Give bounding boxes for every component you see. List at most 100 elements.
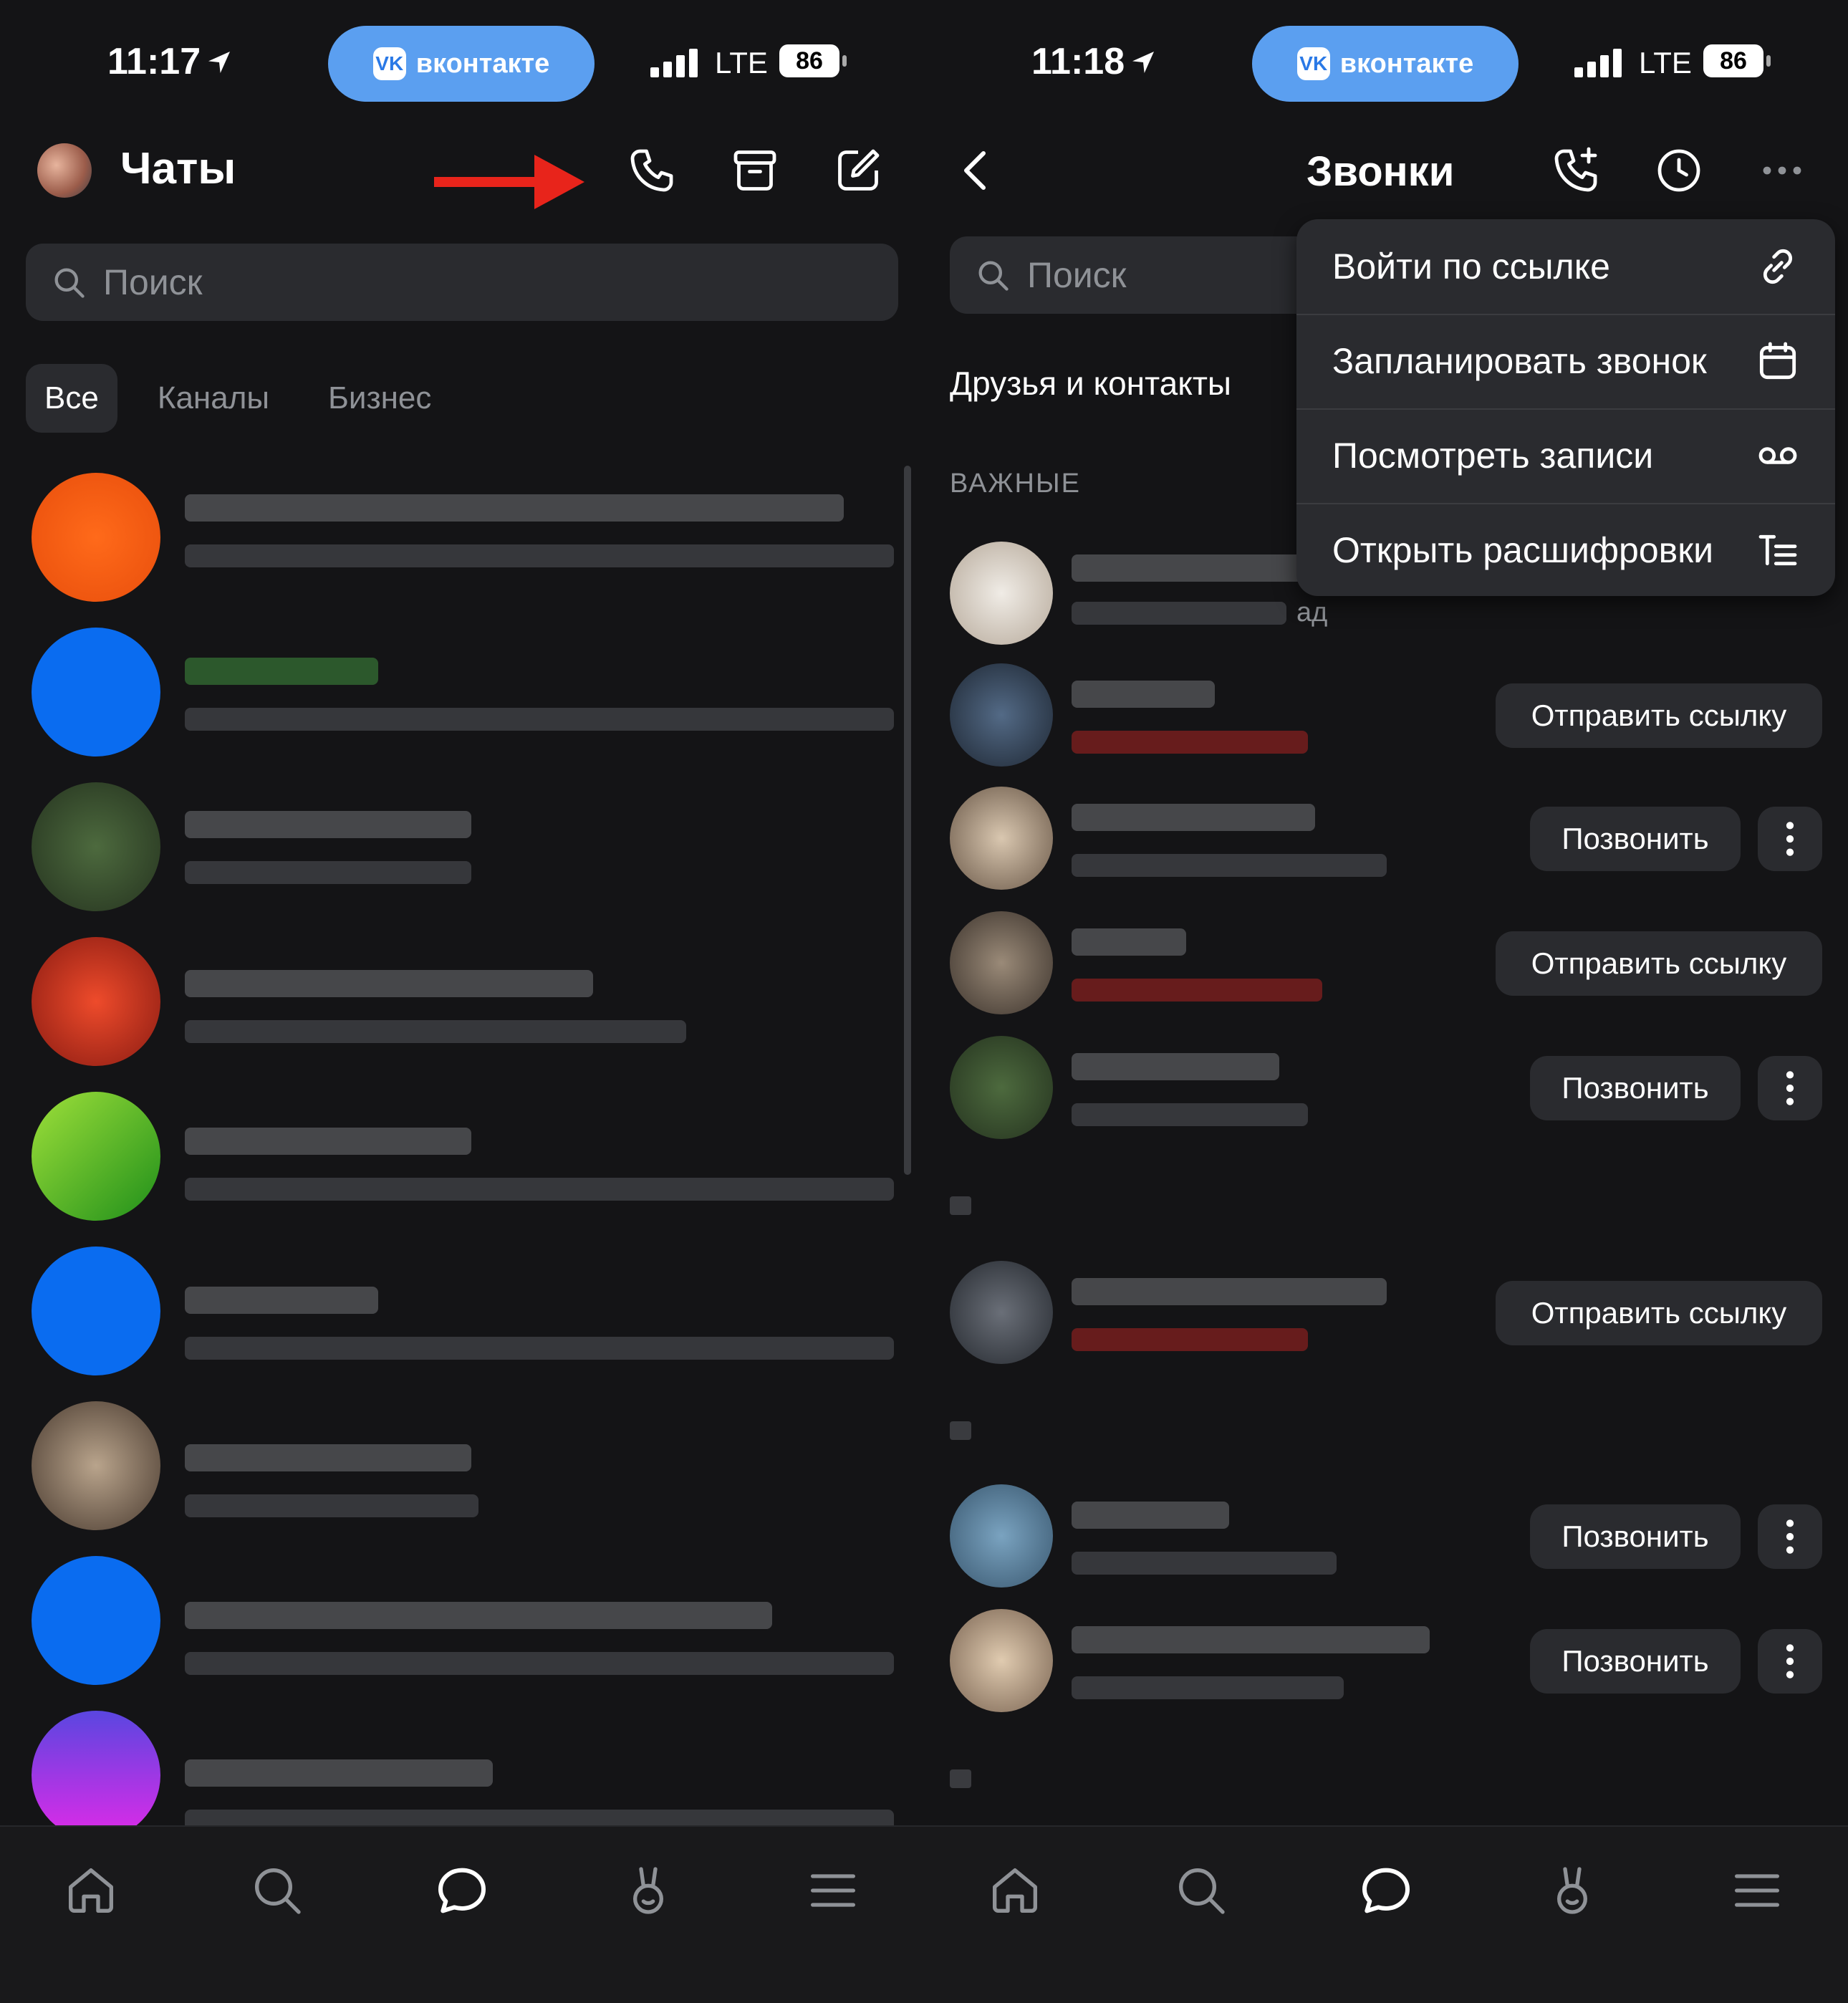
call-button[interactable]: Позвонить	[1530, 1629, 1741, 1694]
vertical-dots-icon	[1786, 1644, 1794, 1678]
archive-button[interactable]	[726, 142, 784, 199]
menu-item-view-recordings[interactable]: Посмотреть записи	[1296, 408, 1835, 503]
nav-messages[interactable]	[1354, 1858, 1418, 1923]
back-button[interactable]	[948, 142, 1006, 199]
link-icon	[1763, 249, 1793, 284]
tab-channels[interactable]: Каналы	[139, 364, 288, 433]
menu-icon	[811, 1874, 855, 1907]
location-arrow-icon	[208, 52, 231, 73]
blurred-contact-name	[1072, 1278, 1387, 1305]
contact-more-button[interactable]	[1758, 1504, 1822, 1569]
call-button[interactable]: Позвонить	[1530, 1056, 1741, 1120]
contact-row[interactable]: Позвонить	[924, 1605, 1848, 1719]
chat-avatar	[32, 937, 160, 1066]
contact-row[interactable]: Отправить ссылку	[924, 1257, 1848, 1371]
contact-more-button[interactable]	[1758, 807, 1822, 871]
chat-bubble-icon	[1362, 1868, 1410, 1913]
contact-row[interactable]: Позвонить	[924, 782, 1848, 897]
location-arrow-icon	[1132, 52, 1155, 73]
vertical-dots-icon	[1786, 1519, 1794, 1554]
tab-all[interactable]: Все	[26, 364, 117, 433]
chat-row[interactable]	[0, 1401, 924, 1556]
blurred-chat-name	[185, 1287, 378, 1314]
nav-search[interactable]	[1169, 1858, 1233, 1923]
signal-icon	[1574, 49, 1622, 77]
nav-menu[interactable]	[1725, 1858, 1789, 1923]
blurred-chat-preview	[185, 1652, 894, 1675]
send-link-button[interactable]: Отправить ссылку	[1496, 1281, 1822, 1345]
calls-screen: 11:18 VK вконтакте LTE 86 Звонки Поиск Др…	[924, 0, 1848, 2003]
phone-icon	[630, 149, 673, 192]
menu-item-open-transcripts[interactable]: Открыть расшифровки	[1296, 503, 1835, 596]
blurred-contact-name	[1072, 1502, 1229, 1529]
clips-icon	[1557, 1867, 1587, 1914]
nav-clips[interactable]	[616, 1858, 680, 1923]
page-title: Звонки	[1306, 148, 1455, 195]
nav-menu[interactable]	[801, 1858, 865, 1923]
chat-row[interactable]	[0, 937, 924, 1092]
compose-button[interactable]	[829, 142, 887, 199]
send-link-button[interactable]: Отправить ссылку	[1496, 931, 1822, 996]
chat-filter-tabs: Все Каналы Бизнес	[26, 364, 450, 433]
vertical-dots-icon	[1786, 822, 1794, 856]
chat-avatar	[32, 1711, 160, 1840]
call-button[interactable]: Позвонить	[1530, 1504, 1741, 1569]
network-type: LTE	[715, 46, 768, 80]
chat-row[interactable]	[0, 473, 924, 628]
nav-home[interactable]	[59, 1858, 123, 1923]
chat-avatar	[32, 1556, 160, 1685]
chat-row[interactable]	[0, 1247, 924, 1401]
transcript-icon	[1758, 534, 1797, 566]
nav-search[interactable]	[245, 1858, 309, 1923]
ellipsis-icon	[1763, 166, 1801, 175]
blurred-chat-name	[185, 1602, 772, 1629]
nav-clips[interactable]	[1540, 1858, 1604, 1923]
contact-row[interactable]: Позвонить	[924, 1480, 1848, 1595]
contact-row[interactable]: Позвонить	[924, 1032, 1848, 1146]
nav-home[interactable]	[983, 1858, 1047, 1923]
new-call-button[interactable]	[1547, 142, 1604, 199]
chats-header: Чаты	[0, 129, 924, 215]
blurred-contact-status	[1072, 1328, 1308, 1351]
nav-messages[interactable]	[430, 1858, 494, 1923]
call-history-button[interactable]	[1650, 142, 1708, 199]
contact-avatar	[950, 787, 1053, 890]
recordings-icon	[1758, 447, 1797, 464]
menu-icon	[1735, 1874, 1779, 1907]
contact-more-button[interactable]	[1758, 1629, 1822, 1694]
calls-button[interactable]	[623, 142, 680, 199]
blurred-contact-status	[1072, 1103, 1308, 1126]
contact-row[interactable]: Отправить ссылку	[924, 659, 1848, 774]
search-bar[interactable]: Поиск	[26, 244, 898, 321]
vk-logo-icon: VK	[372, 47, 406, 80]
chat-row[interactable]	[0, 1092, 924, 1247]
chat-row[interactable]	[0, 782, 924, 937]
vk-pill[interactable]: VK вконтакте	[328, 26, 595, 102]
profile-avatar[interactable]	[37, 143, 92, 198]
menu-item-schedule-call[interactable]: Запланировать звонок	[1296, 314, 1835, 408]
chat-row[interactable]	[0, 628, 924, 782]
search-icon	[54, 268, 85, 298]
blurred-chat-name	[185, 1759, 493, 1787]
contact-avatar	[950, 1609, 1053, 1712]
blurred-chat-name	[185, 1444, 471, 1471]
contact-row[interactable]: Отправить ссылку	[924, 907, 1848, 1022]
signal-icon	[650, 49, 698, 77]
call-button[interactable]: Позвонить	[1530, 807, 1741, 871]
menu-item-join-by-link[interactable]: Войти по ссылке	[1296, 219, 1835, 314]
partial-status-text: ад	[1296, 597, 1328, 628]
vk-pill[interactable]: VK вконтакте	[1252, 26, 1519, 102]
contact-more-button[interactable]	[1758, 1056, 1822, 1120]
chat-row[interactable]	[0, 1556, 924, 1711]
blurred-contact-status	[1072, 979, 1322, 1001]
contact-avatar	[950, 663, 1053, 767]
blurred-contact-name	[1072, 1626, 1430, 1653]
more-options-button[interactable]	[1753, 142, 1811, 199]
send-link-button[interactable]: Отправить ссылку	[1496, 683, 1822, 748]
blurred-chat-preview	[185, 1337, 894, 1360]
scrollbar[interactable]	[904, 466, 911, 1175]
network-type: LTE	[1639, 46, 1692, 80]
page-title: Чаты	[120, 144, 236, 193]
tab-business[interactable]: Бизнес	[309, 364, 450, 433]
blurred-contact-status	[1072, 731, 1308, 754]
